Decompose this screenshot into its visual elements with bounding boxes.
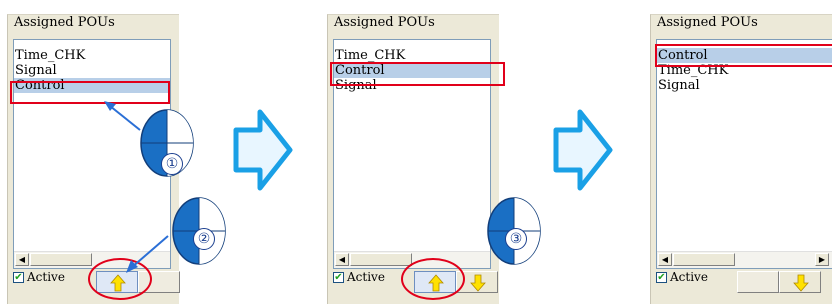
move-down-button-disabled[interactable] xyxy=(138,271,180,293)
scroll-thumb[interactable] xyxy=(350,253,412,266)
assigned-pous-panel-3: Assigned POUs Control Time_CHK Signal ◀ … xyxy=(650,14,832,304)
list-item-signal[interactable]: Signal xyxy=(14,63,170,78)
step-2-label: ② xyxy=(193,228,215,250)
right-arrow-icon xyxy=(233,109,293,191)
scroll-left-icon[interactable]: ◀ xyxy=(15,253,29,266)
down-arrow-icon xyxy=(470,274,486,292)
move-up-button-disabled[interactable] xyxy=(737,271,779,293)
assigned-pous-list[interactable]: Time_CHK Control Signal ◀ xyxy=(333,39,491,269)
list-item-control[interactable]: Control xyxy=(334,63,490,78)
scroll-thumb[interactable] xyxy=(30,253,92,266)
move-up-button[interactable] xyxy=(96,271,138,293)
list-item-control[interactable]: Control xyxy=(657,48,832,63)
list-item-time-chk[interactable]: Time_CHK xyxy=(334,48,490,63)
horizontal-scrollbar[interactable]: ◀ xyxy=(14,251,170,268)
move-down-button[interactable] xyxy=(779,271,821,293)
active-label: Active xyxy=(27,270,65,284)
up-arrow-icon xyxy=(110,274,126,292)
move-down-button[interactable] xyxy=(456,271,498,293)
assigned-pous-list[interactable]: Control Time_CHK Signal ◀ ▶ xyxy=(656,39,832,269)
panel-title: Assigned POUs xyxy=(657,15,758,30)
list-item-time-chk[interactable]: Time_CHK xyxy=(657,63,832,78)
scroll-left-icon[interactable]: ◀ xyxy=(335,253,349,266)
active-checkbox-row[interactable]: ✔ Active xyxy=(656,267,708,287)
panel-title: Assigned POUs xyxy=(334,15,435,30)
assigned-pous-panel-2: Assigned POUs Time_CHK Control Signal ◀ … xyxy=(327,14,499,304)
list-item-signal[interactable]: Signal xyxy=(334,78,490,93)
scroll-right-icon[interactable]: ▶ xyxy=(815,253,829,266)
active-label: Active xyxy=(670,270,708,284)
active-checkbox[interactable]: ✔ xyxy=(656,271,667,283)
scroll-thumb[interactable] xyxy=(673,253,735,266)
horizontal-scrollbar[interactable]: ◀ xyxy=(334,251,490,268)
down-arrow-icon xyxy=(793,274,809,292)
move-up-button[interactable] xyxy=(414,271,456,293)
active-checkbox-row[interactable]: ✔ Active xyxy=(333,267,385,287)
scroll-left-icon[interactable]: ◀ xyxy=(658,253,672,266)
active-checkbox-row[interactable]: ✔ Active xyxy=(13,267,65,287)
active-label: Active xyxy=(347,270,385,284)
list-item-signal[interactable]: Signal xyxy=(657,78,832,93)
horizontal-scrollbar[interactable]: ◀ ▶ xyxy=(657,251,832,268)
list-item-control[interactable]: Control xyxy=(14,78,170,93)
list-item-time-chk[interactable]: Time_CHK xyxy=(14,48,170,63)
up-arrow-icon xyxy=(428,274,444,292)
right-arrow-icon xyxy=(553,109,613,191)
step-3-label: ③ xyxy=(505,228,527,250)
active-checkbox[interactable]: ✔ xyxy=(333,271,344,283)
step-1-label: ① xyxy=(161,153,183,175)
panel-title: Assigned POUs xyxy=(14,15,115,30)
active-checkbox[interactable]: ✔ xyxy=(13,271,24,283)
